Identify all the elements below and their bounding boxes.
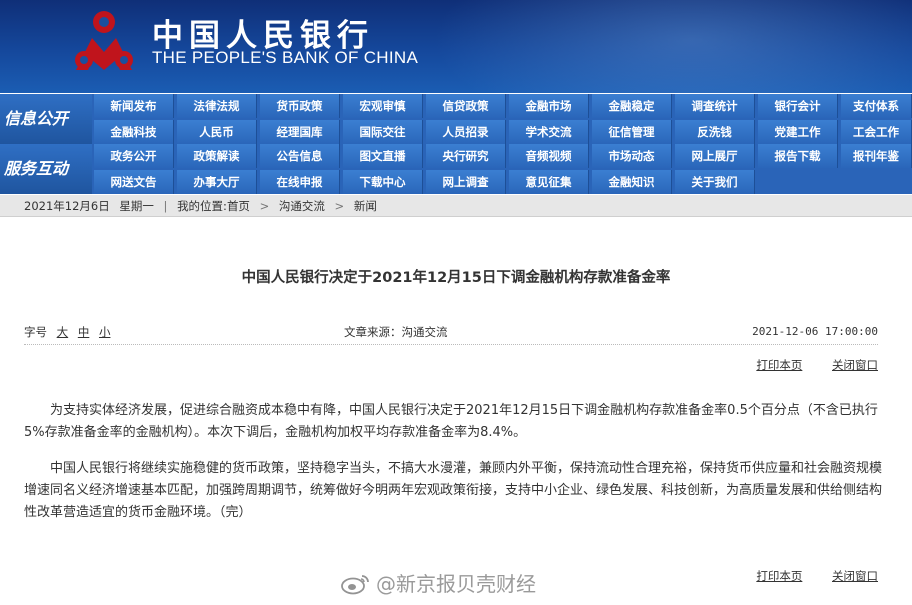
nav-item[interactable]: 金融稳定 [592, 94, 672, 118]
article-source: 文章来源：沟通交流 [344, 325, 448, 339]
breadcrumb-separator: > [259, 199, 270, 213]
logo-english-name[interactable]: THE PEOPLE'S BANK OF CHINA [152, 48, 418, 68]
nav-item[interactable]: 货币政策 [260, 94, 340, 118]
nav-item[interactable]: 金融市场 [509, 94, 589, 118]
nav-item[interactable]: 经理国库 [260, 120, 340, 144]
nav-item[interactable]: 支付体系 [841, 94, 912, 118]
location-label: 我的位置: [177, 199, 227, 213]
close-window-link[interactable]: 关闭窗口 [832, 358, 878, 372]
nav-item[interactable]: 新闻发布 [94, 94, 174, 118]
nav-item[interactable]: 政策解读 [177, 144, 257, 168]
article-actions-bottom: 打印本页 关闭窗口 [730, 567, 878, 585]
watermark-text: @新京报贝壳财经 [376, 572, 536, 596]
nav-item[interactable]: 意见征集 [509, 170, 589, 194]
breadcrumb: 2021年12月6日 星期一 | 我的位置:首页 > 沟通交流 > 新闻 [0, 195, 912, 217]
nav-item[interactable]: 国际交往 [343, 120, 423, 144]
current-date: 2021年12月6日 [24, 199, 110, 213]
nav-item[interactable]: 工会工作 [841, 120, 912, 144]
font-size-large-link[interactable]: 大 [57, 325, 69, 339]
article-meta: 字号 大 中 小 文章来源：沟通交流 2021-12-06 17:00:00 [24, 322, 878, 342]
nav-item[interactable]: 宏观审慎 [343, 94, 423, 118]
nav-item[interactable]: 音频视频 [509, 144, 589, 168]
nav-item[interactable]: 金融知识 [592, 170, 672, 194]
site-header: 中国人民银行 THE PEOPLE'S BANK OF CHINA [0, 0, 912, 93]
article-body: 为支持实体经济发展，促进综合融资成本稳中有降，中国人民银行决定于2021年12月… [24, 400, 886, 538]
article-paragraph: 中国人民银行将继续实施稳健的货币政策，坚持稳字当头，不搞大水漫灌，兼顾内外平衡，… [24, 461, 883, 520]
nav-section-service: 服务互动 政务公开 政策解读 公告信息 图文直播 央行研究 音频视频 市场动态 网上展厅 报告下… [0, 144, 912, 194]
nav-item[interactable]: 银行会计 [758, 94, 838, 118]
breadcrumb-section-link[interactable]: 沟通交流 [279, 199, 325, 213]
breadcrumb-separator: > [334, 199, 345, 213]
nav-item[interactable]: 报刊年鉴 [841, 144, 912, 168]
font-size-medium-link[interactable]: 中 [78, 325, 90, 339]
nav-item[interactable]: 党建工作 [758, 120, 838, 144]
font-size-control: 字号 大 中 小 [24, 322, 110, 342]
font-size-label: 字号 [24, 325, 47, 339]
nav-item[interactable]: 图文直播 [343, 144, 423, 168]
watermark: @新京报贝壳财经 [340, 568, 536, 597]
font-size-small-link[interactable]: 小 [99, 325, 111, 339]
nav-item[interactable]: 金融科技 [94, 120, 174, 144]
breadcrumb-home-link[interactable]: 首页 [227, 199, 250, 213]
current-weekday: 星期一 [119, 199, 154, 213]
nav-item[interactable]: 征信管理 [592, 120, 672, 144]
nav-item[interactable]: 调查统计 [675, 94, 755, 118]
nav-item[interactable]: 反洗钱 [675, 120, 755, 144]
nav-item[interactable]: 办事大厅 [177, 170, 257, 194]
nav-item[interactable]: 关于我们 [675, 170, 755, 194]
print-page-link[interactable]: 打印本页 [756, 569, 802, 583]
nav-item[interactable]: 政务公开 [94, 144, 174, 168]
nav-item[interactable]: 公告信息 [260, 144, 340, 168]
nav-item[interactable]: 市场动态 [592, 144, 672, 168]
article-actions-top: 打印本页 关闭窗口 [730, 356, 878, 374]
article-paragraph: 为支持实体经济发展，促进综合融资成本稳中有降，中国人民银行决定于2021年12月… [24, 403, 878, 440]
pboc-emblem-icon[interactable] [70, 8, 138, 78]
nav-item[interactable]: 在线申报 [260, 170, 340, 194]
nav-section-info: 信息公开 新闻发布 法律法规 货币政策 宏观审慎 信贷政策 金融市场 金融稳定 调查统计 银行会… [0, 94, 912, 144]
nav-item[interactable]: 网上调查 [426, 170, 506, 194]
nav-item[interactable]: 人员招录 [426, 120, 506, 144]
meta-divider [24, 344, 878, 345]
header-shine [432, 0, 912, 93]
nav-item[interactable]: 网上展厅 [675, 144, 755, 168]
nav-item[interactable]: 报告下载 [758, 144, 838, 168]
nav-item[interactable]: 央行研究 [426, 144, 506, 168]
print-page-link[interactable]: 打印本页 [756, 358, 802, 372]
nav-item[interactable]: 信贷政策 [426, 94, 506, 118]
close-window-link[interactable]: 关闭窗口 [832, 569, 878, 583]
nav-item[interactable]: 学术交流 [509, 120, 589, 144]
article-timestamp: 2021-12-06 17:00:00 [752, 325, 878, 338]
breadcrumb-separator: | [163, 199, 168, 213]
weibo-icon [341, 575, 369, 595]
nav-section-title: 服务互动 [0, 144, 92, 194]
breadcrumb-page-link[interactable]: 新闻 [354, 199, 377, 213]
nav-item[interactable]: 人民币 [177, 120, 257, 144]
article-title: 中国人民银行决定于2021年12月15日下调金融机构存款准备金率 [241, 270, 671, 286]
nav-item[interactable]: 法律法规 [177, 94, 257, 118]
nav-grid-info: 新闻发布 法律法规 货币政策 宏观审慎 信贷政策 金融市场 金融稳定 调查统计 银行会计 支付体系… [94, 94, 912, 144]
nav-item[interactable]: 下载中心 [343, 170, 423, 194]
nav-item[interactable]: 网送文告 [94, 170, 174, 194]
nav-grid-service: 政务公开 政策解读 公告信息 图文直播 央行研究 音频视频 市场动态 网上展厅 报告下载 报刊年鉴… [94, 144, 912, 194]
nav-section-title: 信息公开 [0, 94, 92, 144]
